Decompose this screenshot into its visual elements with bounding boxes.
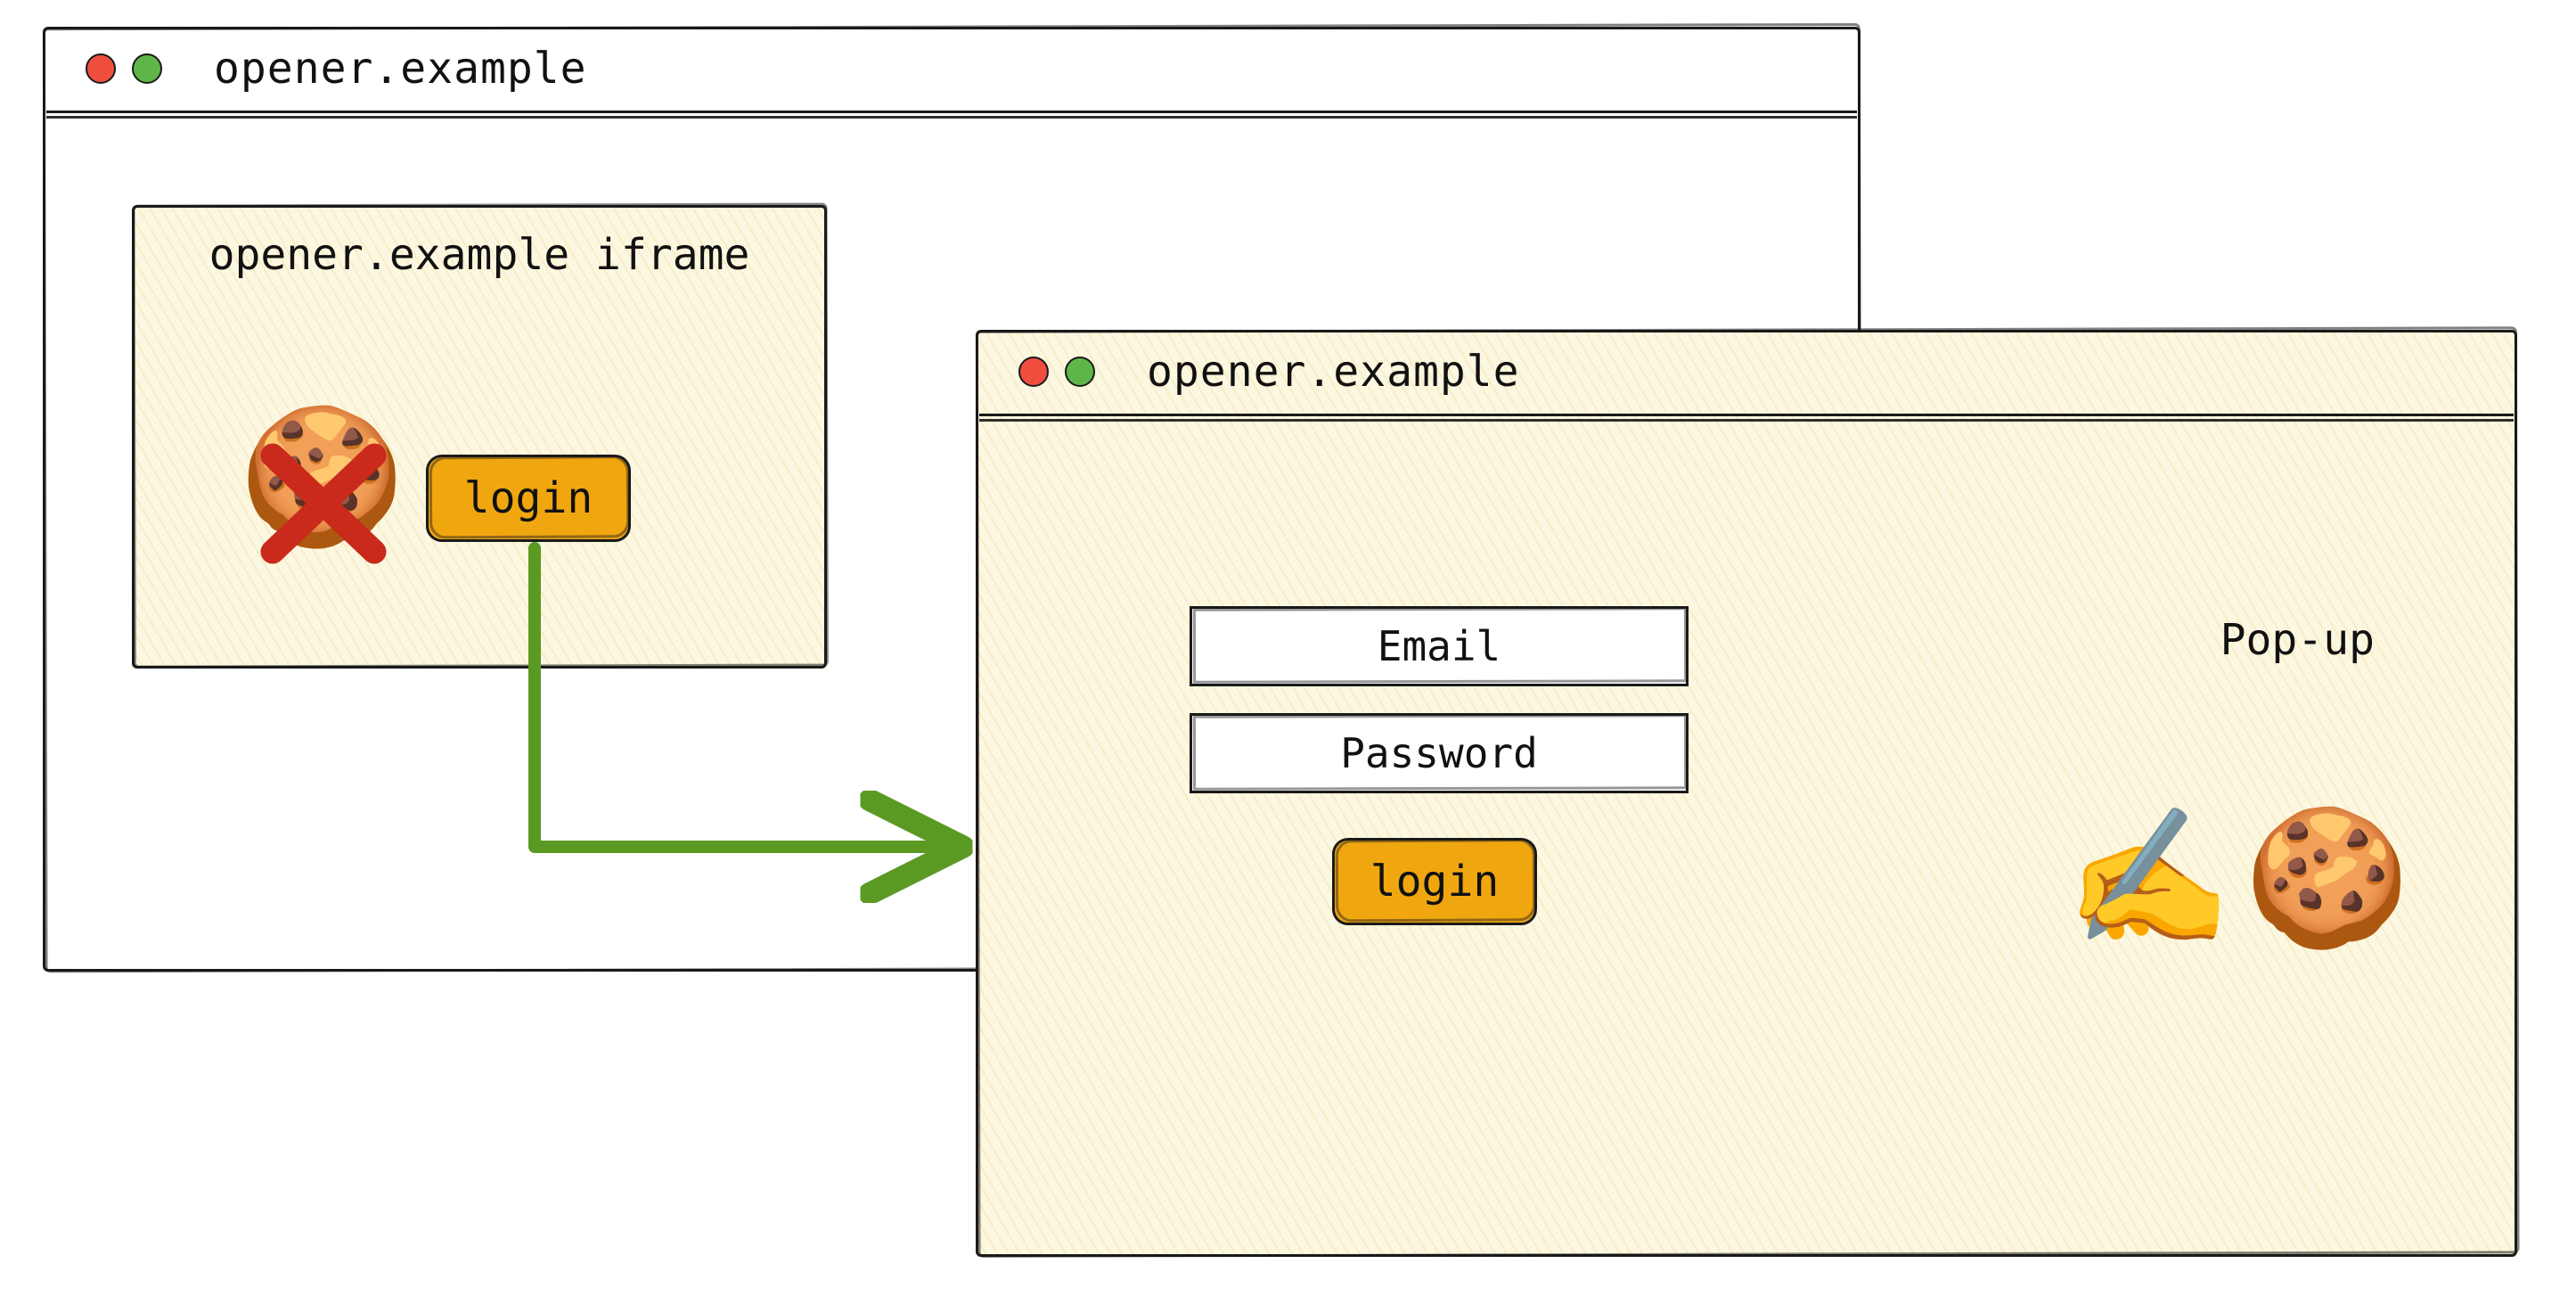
cookie-icon: 🍪	[239, 410, 405, 544]
email-field[interactable]: Email	[1190, 606, 1689, 686]
close-icon[interactable]	[1018, 357, 1049, 387]
popup-title: opener.example	[1147, 347, 1520, 397]
email-field-label: Email	[1378, 622, 1501, 670]
popup-label: Pop-up	[2220, 615, 2375, 665]
iframe-login-button-label: login	[464, 473, 593, 523]
maximize-icon[interactable]	[132, 53, 162, 84]
writing-hand-icon: ✍️	[2065, 811, 2232, 945]
popup-window: opener.example Pop-up Email Password log…	[976, 330, 2517, 1257]
close-icon[interactable]	[86, 53, 116, 84]
password-field[interactable]: Password	[1190, 713, 1689, 793]
popup-login-button[interactable]: login	[1332, 838, 1537, 925]
opener-title: opener.example	[214, 44, 587, 94]
popup-titlebar: opener.example	[976, 330, 2517, 414]
popup-login-button-label: login	[1370, 857, 1500, 907]
maximize-icon[interactable]	[1065, 357, 1095, 387]
iframe-panel: opener.example iframe 🍪 login	[132, 205, 827, 669]
opener-titlebar: opener.example	[43, 27, 1860, 111]
iframe-label: opener.example iframe	[132, 230, 827, 280]
iframe-login-button[interactable]: login	[426, 455, 631, 542]
password-field-label: Password	[1340, 729, 1538, 777]
cookie-icon: 🍪	[2244, 811, 2410, 945]
